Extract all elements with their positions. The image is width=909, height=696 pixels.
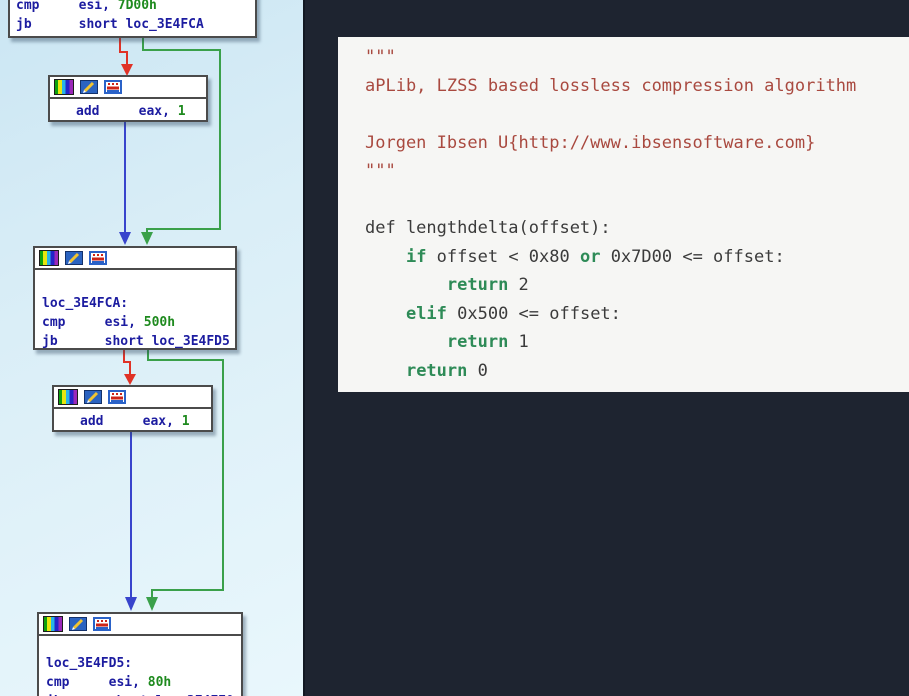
code-line-token: """ [365,161,396,181]
code-line-token [365,361,406,381]
asm-line-token: cmp esi, [46,675,148,690]
palette-icon[interactable] [58,389,78,405]
asm-line-token: cmp esi, [16,0,118,13]
arrowhead-green-2 [146,597,158,611]
code-line: """ [365,157,909,186]
code-line-token: 2 [508,275,528,295]
asm-line: add eax, 1 [76,101,202,122]
code-line-token: return [447,275,508,295]
asm-line: jb short loc_3E4FE0 [46,692,237,696]
code-line-token: 1 [508,332,528,352]
code-line: aPLib, LZSS based lossless compression a… [365,72,909,101]
asm-block-add-eax-1b[interactable]: add eax, 1 [52,385,213,432]
edit-icon[interactable] [65,251,83,265]
code-line-token: 0x7D00 <= offset: [600,247,784,267]
asm-line: cmp esi, 500h [42,313,231,332]
block-header [39,614,241,636]
code-line-token: """ [365,47,396,67]
arrowhead-red-2 [124,374,136,385]
asm-line-token: jb short loc_3E4FCA [16,17,204,32]
asm-line: loc_3E4FCA: [42,294,231,313]
code-line: return 2 [365,271,909,300]
python-source-panel[interactable]: """ aPLib, LZSS based lossless compressio… [338,37,909,392]
code-line-token: if [406,247,426,267]
code-line-token: elif [406,304,447,324]
asm-line: jb short loc_3E4FD5 [42,332,231,351]
code-line-token: aPLib, LZSS based lossless compression a… [365,76,856,96]
asm-line-token: add eax, [76,104,178,119]
palette-icon[interactable] [43,616,63,632]
asm-line-token: 500h [144,315,175,330]
graph-icon[interactable] [93,617,111,631]
asm-line-token: jb short loc_3E4FD5 [42,334,230,349]
code-line-token: 0 [467,361,487,381]
screen: cmp esi, 7D00h jb short loc_3E4FCA add ea… [0,0,909,696]
arrowhead-green-1 [141,232,153,245]
edit-icon[interactable] [84,390,102,404]
code-line-token: offset < 0x80 [426,247,580,267]
edge-jump-taken-1 [143,38,220,233]
code-line-token: return [406,361,467,381]
asm-line-token: 7D00h [118,0,157,13]
editor-pane: """ aPLib, LZSS based lossless compressio… [305,0,909,696]
code-line-token [365,275,447,295]
asm-line-token: loc_3E4FCA: [42,296,128,311]
asm-line-token: 1 [178,104,186,119]
asm-line: cmp esi, 7D00h [16,0,251,15]
asm-block-add-eax-1a[interactable]: add eax, 1 [48,75,208,122]
graph-icon[interactable] [89,251,107,265]
asm-line-token: cmp esi, [42,315,144,330]
code-line: elif 0x500 <= offset: [365,300,909,329]
asm-line: loc_3E4FD5: [46,654,237,673]
code-line: return 0 [365,357,909,386]
palette-icon[interactable] [39,250,59,266]
arrowhead-blue-2 [125,597,137,611]
block-body: add eax, 1 [50,99,206,124]
ida-graph-pane[interactable]: cmp esi, 7D00h jb short loc_3E4FCA add ea… [0,0,305,696]
asm-block-loc-3E4FCA[interactable]: loc_3E4FCA:cmp esi, 500h jb short loc_3E4… [33,246,237,350]
block-header [35,248,235,270]
asm-line: add eax, 1 [80,411,207,432]
edit-icon[interactable] [80,80,98,94]
code-line-token: Jorgen Ibsen U{http://www.ibsensoftware.… [365,133,815,153]
code-line: """ [365,43,909,72]
asm-line-token: 80h [148,675,171,690]
arrowhead-blue-1 [119,232,131,245]
block-body: loc_3E4FCA:cmp esi, 500h jb short loc_3E4… [35,270,235,353]
asm-line-token: add eax, [80,414,182,429]
code-line [365,100,909,129]
block-body: cmp esi, 7D00h jb short loc_3E4FCA [10,0,255,36]
graph-icon[interactable] [104,80,122,94]
palette-icon[interactable] [54,79,74,95]
asm-block-entry[interactable]: cmp esi, 7D00h jb short loc_3E4FCA [8,0,257,38]
asm-line-token: 1 [182,414,190,429]
code-line-token [365,332,447,352]
graph-icon[interactable] [108,390,126,404]
asm-line-token: loc_3E4FD5: [46,656,132,671]
code-line-token: 0x500 <= offset: [447,304,621,324]
block-header [54,387,211,409]
asm-block-loc-3E4FD5[interactable]: loc_3E4FD5:cmp esi, 80hjb short loc_3E4F… [37,612,243,696]
block-body: loc_3E4FD5:cmp esi, 80hjb short loc_3E4F… [39,636,241,696]
asm-line: jb short loc_3E4FCA [16,15,251,34]
asm-line: cmp esi, 80h [46,673,237,692]
code-line: if offset < 0x80 or 0x7D00 <= offset: [365,243,909,272]
code-line: return 1 [365,328,909,357]
code-line: def lengthdelta(offset): [365,214,909,243]
code-line-token: def lengthdelta(offset): [365,218,611,238]
block-header [50,77,206,99]
code-line-token [365,304,406,324]
code-line [365,186,909,215]
edge-jump-not-taken-1 [120,38,127,66]
code-line: Jorgen Ibsen U{http://www.ibsensoftware.… [365,129,909,158]
code-line-token: or [580,247,600,267]
code-line-token: return [447,332,508,352]
block-body: add eax, 1 [54,409,211,434]
code-line-token [365,247,406,267]
edit-icon[interactable] [69,617,87,631]
